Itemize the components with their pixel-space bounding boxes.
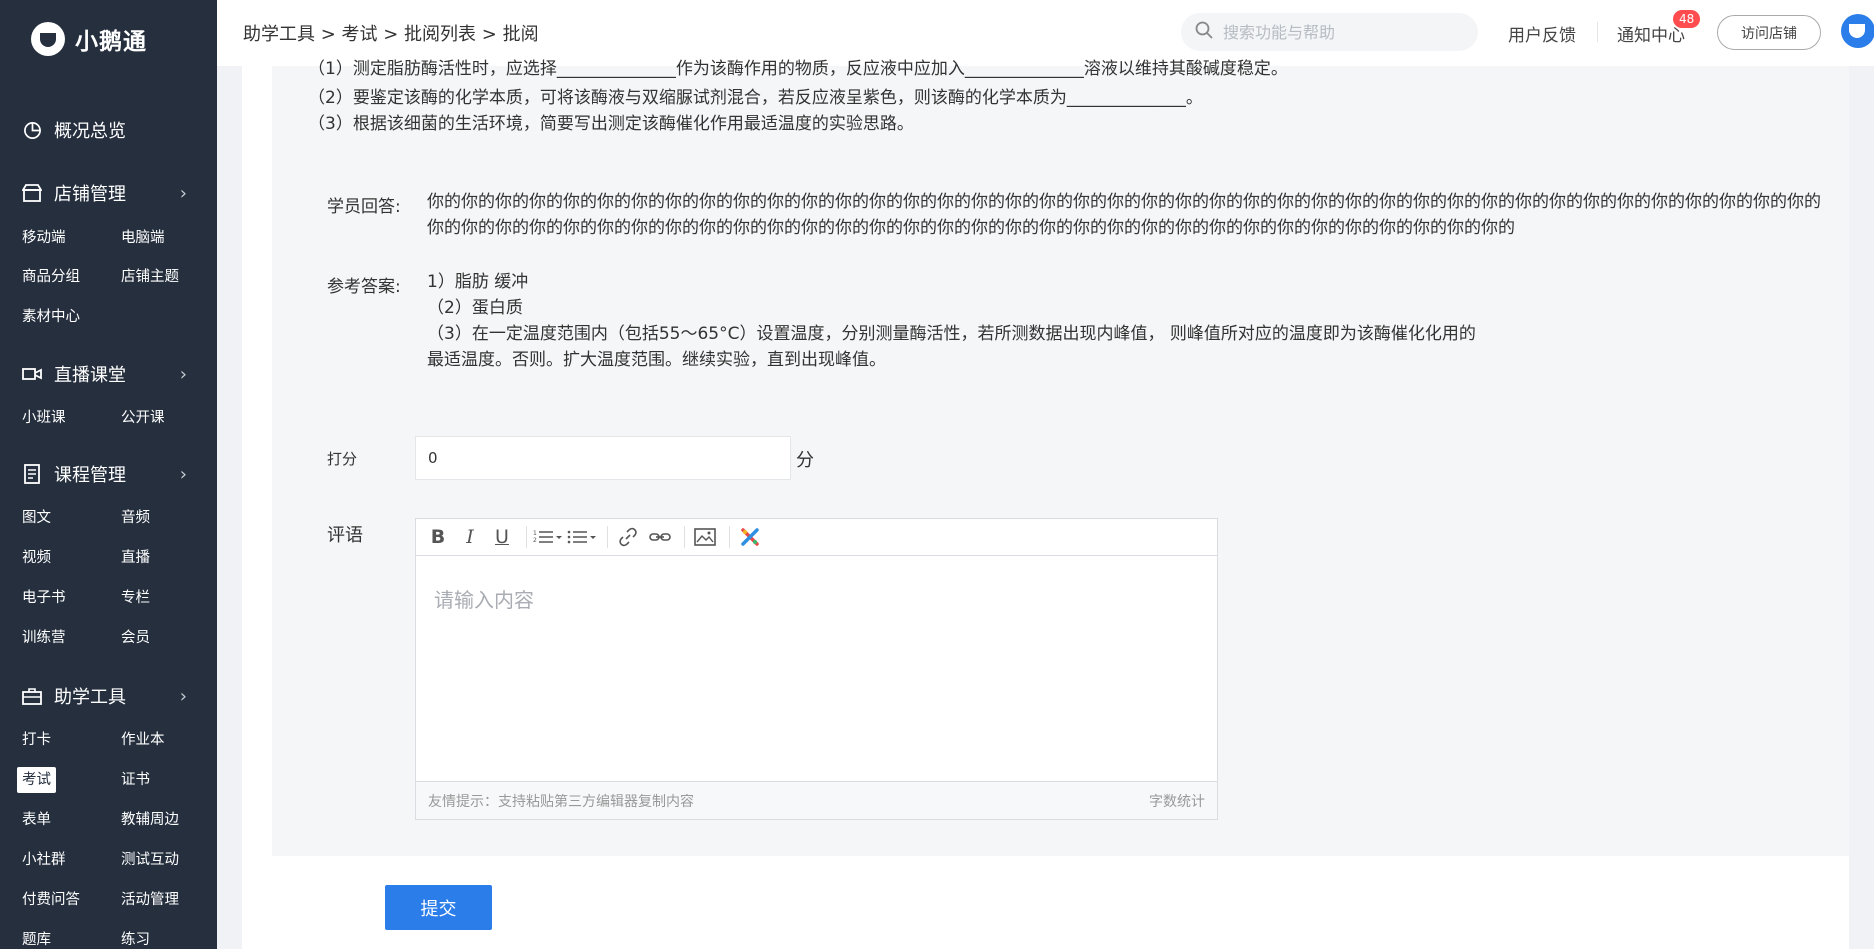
- logo-icon: [31, 22, 65, 56]
- toolbar-divider: [526, 526, 527, 548]
- word-count-link[interactable]: 字数统计: [1149, 791, 1205, 811]
- nav-course-label: 课程管理: [54, 465, 126, 486]
- sidebar-item-form[interactable]: 表单: [17, 807, 56, 833]
- nav-store-label: 店铺管理: [54, 184, 126, 205]
- search-box[interactable]: [1181, 13, 1478, 51]
- unlink-icon[interactable]: [646, 523, 674, 551]
- ordered-list-icon[interactable]: 12: [533, 523, 563, 551]
- sidebar-item-question-bank[interactable]: 题库: [17, 927, 56, 949]
- nav-overview-label: 概况总览: [54, 121, 126, 142]
- notice-badge: 48: [1673, 10, 1701, 28]
- sidebar-item-material[interactable]: 素材中心: [17, 304, 85, 330]
- search-icon: [1195, 21, 1213, 43]
- reference-line-4: 最适温度。否则。扩大温度范围。继续实验，直到出现峰值。: [427, 350, 886, 370]
- sidebar-item-mobile[interactable]: 移动端: [17, 225, 71, 251]
- comment-label: 评语: [327, 525, 363, 546]
- toolbar-divider: [684, 526, 685, 548]
- sidebar-item-ebook[interactable]: 电子书: [17, 585, 71, 611]
- image-icon[interactable]: [691, 523, 719, 551]
- visit-store-button[interactable]: 访问店铺: [1717, 15, 1821, 50]
- nav-overview[interactable]: 概况总览: [0, 110, 217, 150]
- toolbar-divider: [729, 526, 730, 548]
- editor-content-area[interactable]: 请输入内容: [416, 556, 1217, 781]
- editor-tip: 友情提示：支持粘贴第三方编辑器复制内容: [428, 793, 694, 810]
- search-input[interactable]: [1223, 22, 1453, 42]
- nav-store[interactable]: 店铺管理 ›: [0, 173, 217, 213]
- sidebar-item-pc[interactable]: 电脑端: [116, 225, 170, 251]
- question-line-3: （3）根据该细菌的生活环境，简要写出测定该酶催化作用最适温度的实验思路。: [308, 114, 914, 134]
- editor-footer: 友情提示：支持粘贴第三方编辑器复制内容 字数统计: [416, 781, 1217, 819]
- video-camera-icon: [22, 364, 42, 384]
- sidebar-item-teaching-aids[interactable]: 教辅周边: [116, 807, 184, 833]
- toolbox-icon: [22, 686, 42, 706]
- nav-live-label: 直播课堂: [54, 365, 126, 386]
- sidebar-item-certificate[interactable]: 证书: [116, 767, 155, 793]
- sidebar-item-practice[interactable]: 练习: [116, 927, 155, 949]
- reference-line-2: （2）蛋白质: [427, 298, 523, 318]
- submit-button[interactable]: 提交: [385, 885, 492, 930]
- app-name: 小鹅通: [75, 29, 147, 55]
- nav-live[interactable]: 直播课堂 ›: [0, 354, 217, 394]
- question-line-2: （2）要鉴定该酶的化学本质，可将该酶液与双缩脲试剂混合，若反应液呈紫色，则该酶的…: [308, 88, 1203, 108]
- sidebar-item-paid-qa[interactable]: 付费问答: [17, 887, 85, 913]
- bullet-list-icon[interactable]: [567, 523, 597, 551]
- bold-icon[interactable]: B: [424, 523, 452, 551]
- italic-icon[interactable]: I: [456, 523, 484, 551]
- sidebar-item-community[interactable]: 小社群: [17, 847, 71, 873]
- store-icon: [22, 183, 42, 203]
- sidebar-item-video[interactable]: 视频: [17, 545, 56, 571]
- chevron-right-icon: ›: [179, 685, 187, 707]
- sidebar-item-activity[interactable]: 活动管理: [116, 887, 184, 913]
- plugin-icon[interactable]: [736, 523, 764, 551]
- score-unit: 分: [796, 450, 814, 471]
- question-panel: （1）测定脂肪酶活性时，应选择______________作为该酶作用的物质，反…: [272, 59, 1849, 856]
- reference-line-3: （3）在一定温度范围内（包括55～65°C）设置温度，分别测量酶活性，若所测数据…: [427, 324, 1476, 344]
- sidebar-item-homework[interactable]: 作业本: [116, 727, 170, 753]
- sidebar-item-camp[interactable]: 训练营: [17, 625, 71, 651]
- nav-tools[interactable]: 助学工具 ›: [0, 676, 217, 716]
- svg-text:1: 1: [533, 530, 537, 537]
- comment-editor: B I U 12 请输入内容 友情提示：支持粘贴第三方编辑器复制内容 字数统计: [415, 518, 1218, 820]
- editor-toolbar: B I U 12: [416, 519, 1217, 556]
- sidebar-item-open-class[interactable]: 公开课: [116, 405, 170, 431]
- sidebar-item-store-theme[interactable]: 店铺主题: [116, 264, 184, 290]
- avatar[interactable]: [1841, 14, 1874, 48]
- book-icon: [22, 464, 42, 484]
- sidebar-item-quiz[interactable]: 测试互动: [116, 847, 184, 873]
- student-answer-label: 学员回答:: [327, 197, 401, 217]
- sidebar-item-small-class[interactable]: 小班课: [17, 405, 71, 431]
- student-answer-text: 你的你的你的你的你的你的你的你的你的你的你的你的你的你的你的你的你的你的你的你的…: [427, 192, 1821, 238]
- chevron-right-icon: ›: [179, 463, 187, 485]
- header-divider: [1597, 22, 1598, 42]
- sidebar-item-member[interactable]: 会员: [116, 625, 155, 651]
- logo[interactable]: 小鹅通: [31, 19, 147, 59]
- reference-answer-text: 1）脂肪 缓冲 （2）蛋白质 （3）在一定温度范围内（包括55～65°C）设置温…: [427, 269, 1476, 373]
- feedback-link[interactable]: 用户反馈: [1508, 21, 1576, 46]
- sidebar: 小鹅通 概况总览 店铺管理 › 移动端 电脑端 商品分组 店铺主题 素材中心 直…: [0, 0, 217, 949]
- main-content: （1）测定脂肪酶活性时，应选择______________作为该酶作用的物质，反…: [242, 59, 1849, 949]
- question-line-1: （1）测定脂肪酶活性时，应选择______________作为该酶作用的物质，反…: [308, 59, 1288, 79]
- chevron-right-icon: ›: [179, 363, 187, 385]
- sidebar-item-graphic[interactable]: 图文: [17, 505, 56, 531]
- sidebar-item-live[interactable]: 直播: [116, 545, 155, 571]
- breadcrumb[interactable]: 助学工具 > 考试 > 批阅列表 > 批阅: [243, 20, 539, 46]
- sidebar-item-exam[interactable]: 考试: [17, 767, 56, 793]
- link-icon[interactable]: [614, 523, 642, 551]
- score-input[interactable]: [415, 436, 791, 480]
- reference-answer-label: 参考答案:: [327, 277, 401, 297]
- sidebar-item-checkin[interactable]: 打卡: [17, 727, 56, 753]
- chevron-right-icon: ›: [179, 182, 187, 204]
- reference-line-1: 1）脂肪 缓冲: [427, 272, 529, 292]
- nav-tools-label: 助学工具: [54, 687, 126, 708]
- sidebar-item-product-group[interactable]: 商品分组: [17, 264, 85, 290]
- sidebar-item-column[interactable]: 专栏: [116, 585, 155, 611]
- svg-text:2: 2: [533, 537, 537, 544]
- nav-course[interactable]: 课程管理 ›: [0, 454, 217, 494]
- pie-chart-icon: [22, 120, 42, 140]
- underline-icon[interactable]: U: [488, 523, 516, 551]
- toolbar-divider: [607, 526, 608, 548]
- score-label: 打分: [327, 450, 358, 468]
- sidebar-item-audio[interactable]: 音频: [116, 505, 155, 531]
